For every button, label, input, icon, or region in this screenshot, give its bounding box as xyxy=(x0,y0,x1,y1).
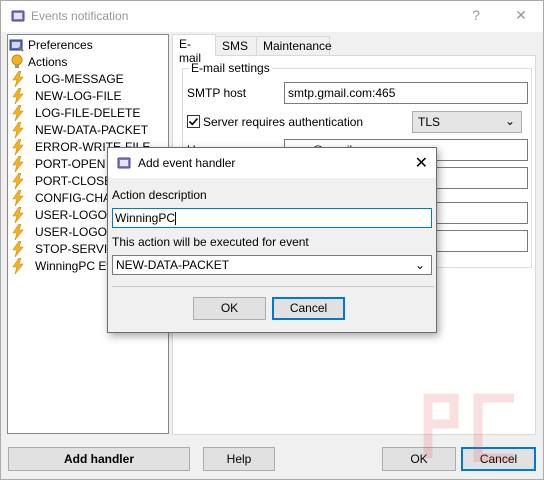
lightbulb-icon xyxy=(11,54,23,68)
dialog-ok-button[interactable]: OK xyxy=(193,297,266,320)
dialog-title-bar[interactable]: Add event handler ✕ xyxy=(108,148,436,178)
tree-label-actions: Actions xyxy=(28,54,68,69)
security-select[interactable]: TLS ⌄ xyxy=(412,111,522,133)
chevron-down-icon: ⌄ xyxy=(414,258,425,272)
action-description-input[interactable]: WinningPC xyxy=(112,208,432,228)
tree-item-label: LOG-FILE-DELETE xyxy=(35,105,141,120)
preferences-icon xyxy=(9,39,24,52)
tab-sms[interactable]: SMS xyxy=(215,36,257,55)
lightning-icon xyxy=(12,223,24,240)
add-event-handler-dialog: Add event handler ✕ Action description W… xyxy=(107,147,437,333)
lightning-icon xyxy=(12,138,24,155)
lightning-icon xyxy=(12,87,24,104)
tree-item-action[interactable]: CONFIG-CHAN xyxy=(11,189,120,206)
checkmark-icon xyxy=(188,117,199,126)
tree-item-action[interactable]: NEW-LOG-FILE xyxy=(11,87,121,104)
tree-item-action[interactable]: USER-LOGON xyxy=(11,223,116,240)
add-handler-button[interactable]: Add handler xyxy=(8,447,190,471)
tree-node-actions[interactable]: Actions xyxy=(9,53,67,70)
lightning-icon xyxy=(12,121,24,138)
tab-email[interactable]: E-mail xyxy=(172,34,216,65)
lightning-icon xyxy=(12,70,24,87)
smtp-host-label: SMTP host xyxy=(187,86,247,100)
dialog-app-icon xyxy=(117,157,131,169)
lightning-icon xyxy=(12,189,24,206)
chevron-down-icon: ⌄ xyxy=(504,114,515,128)
lightning-icon xyxy=(12,104,24,121)
tree-item-action[interactable]: WinningPC Eve xyxy=(11,257,119,274)
lightning-icon xyxy=(12,240,24,257)
title-bar[interactable]: Events notification ? ✕ xyxy=(1,1,543,32)
help-title-button[interactable]: ? xyxy=(466,7,486,23)
tree-item-action[interactable]: NEW-DATA-PACKET xyxy=(11,121,148,138)
auth-label: Server requires authentication xyxy=(203,115,364,129)
lightning-icon xyxy=(12,206,24,223)
lightning-icon xyxy=(12,257,24,274)
tab-maintenance[interactable]: Maintenance xyxy=(256,36,332,55)
help-button[interactable]: Help xyxy=(203,447,275,471)
tree-item-action[interactable]: USER-LOGOFF xyxy=(11,206,122,223)
smtp-host-input[interactable]: smtp.gmail.com:465 xyxy=(284,82,528,104)
window-title: Events notification xyxy=(31,9,129,23)
cancel-button[interactable]: Cancel xyxy=(461,447,536,471)
auth-checkbox[interactable] xyxy=(187,115,200,128)
cancel-button-label: Cancel xyxy=(479,452,518,466)
tree-item-label: NEW-LOG-FILE xyxy=(35,88,122,103)
tree-item-label: PORT-OPEN xyxy=(35,156,106,171)
email-settings-title: E-mail settings xyxy=(189,61,272,75)
app-icon xyxy=(11,10,25,22)
event-select-value: NEW-DATA-PACKET xyxy=(116,258,230,272)
dialog-cancel-button[interactable]: Cancel xyxy=(272,297,345,320)
tree-item-label: USER-LOGON xyxy=(35,224,116,239)
security-value: TLS xyxy=(418,115,441,129)
event-label: This action will be executed for event xyxy=(112,235,309,249)
tree-item-label: LOG-MESSAGE xyxy=(35,71,124,86)
tree-item-label: PORT-CLOSE xyxy=(35,173,113,188)
tree-item-action[interactable]: PORT-CLOSE xyxy=(11,172,112,189)
close-icon[interactable]: ✕ xyxy=(415,153,428,173)
tree-item-action[interactable]: LOG-FILE-DELETE xyxy=(11,104,140,121)
dialog-separator xyxy=(112,286,434,287)
action-description-label: Action description xyxy=(112,188,207,202)
tree-item-action[interactable]: PORT-OPEN xyxy=(11,155,105,172)
close-window-button[interactable]: ✕ xyxy=(511,7,531,24)
tree-label-preferences: Preferences xyxy=(28,37,93,52)
tree-node-preferences[interactable]: Preferences xyxy=(9,36,93,53)
tree-item-action[interactable]: LOG-MESSAGE xyxy=(11,70,124,87)
action-description-value: WinningPC xyxy=(115,211,176,225)
event-select[interactable]: NEW-DATA-PACKET ⌄ xyxy=(112,255,432,275)
tree-item-label: NEW-DATA-PACKET xyxy=(35,122,149,137)
lightning-icon xyxy=(12,155,24,172)
dialog-title: Add event handler xyxy=(138,156,236,170)
ok-button[interactable]: OK xyxy=(382,447,456,471)
text-caret xyxy=(175,212,177,226)
lightning-icon xyxy=(12,172,24,189)
